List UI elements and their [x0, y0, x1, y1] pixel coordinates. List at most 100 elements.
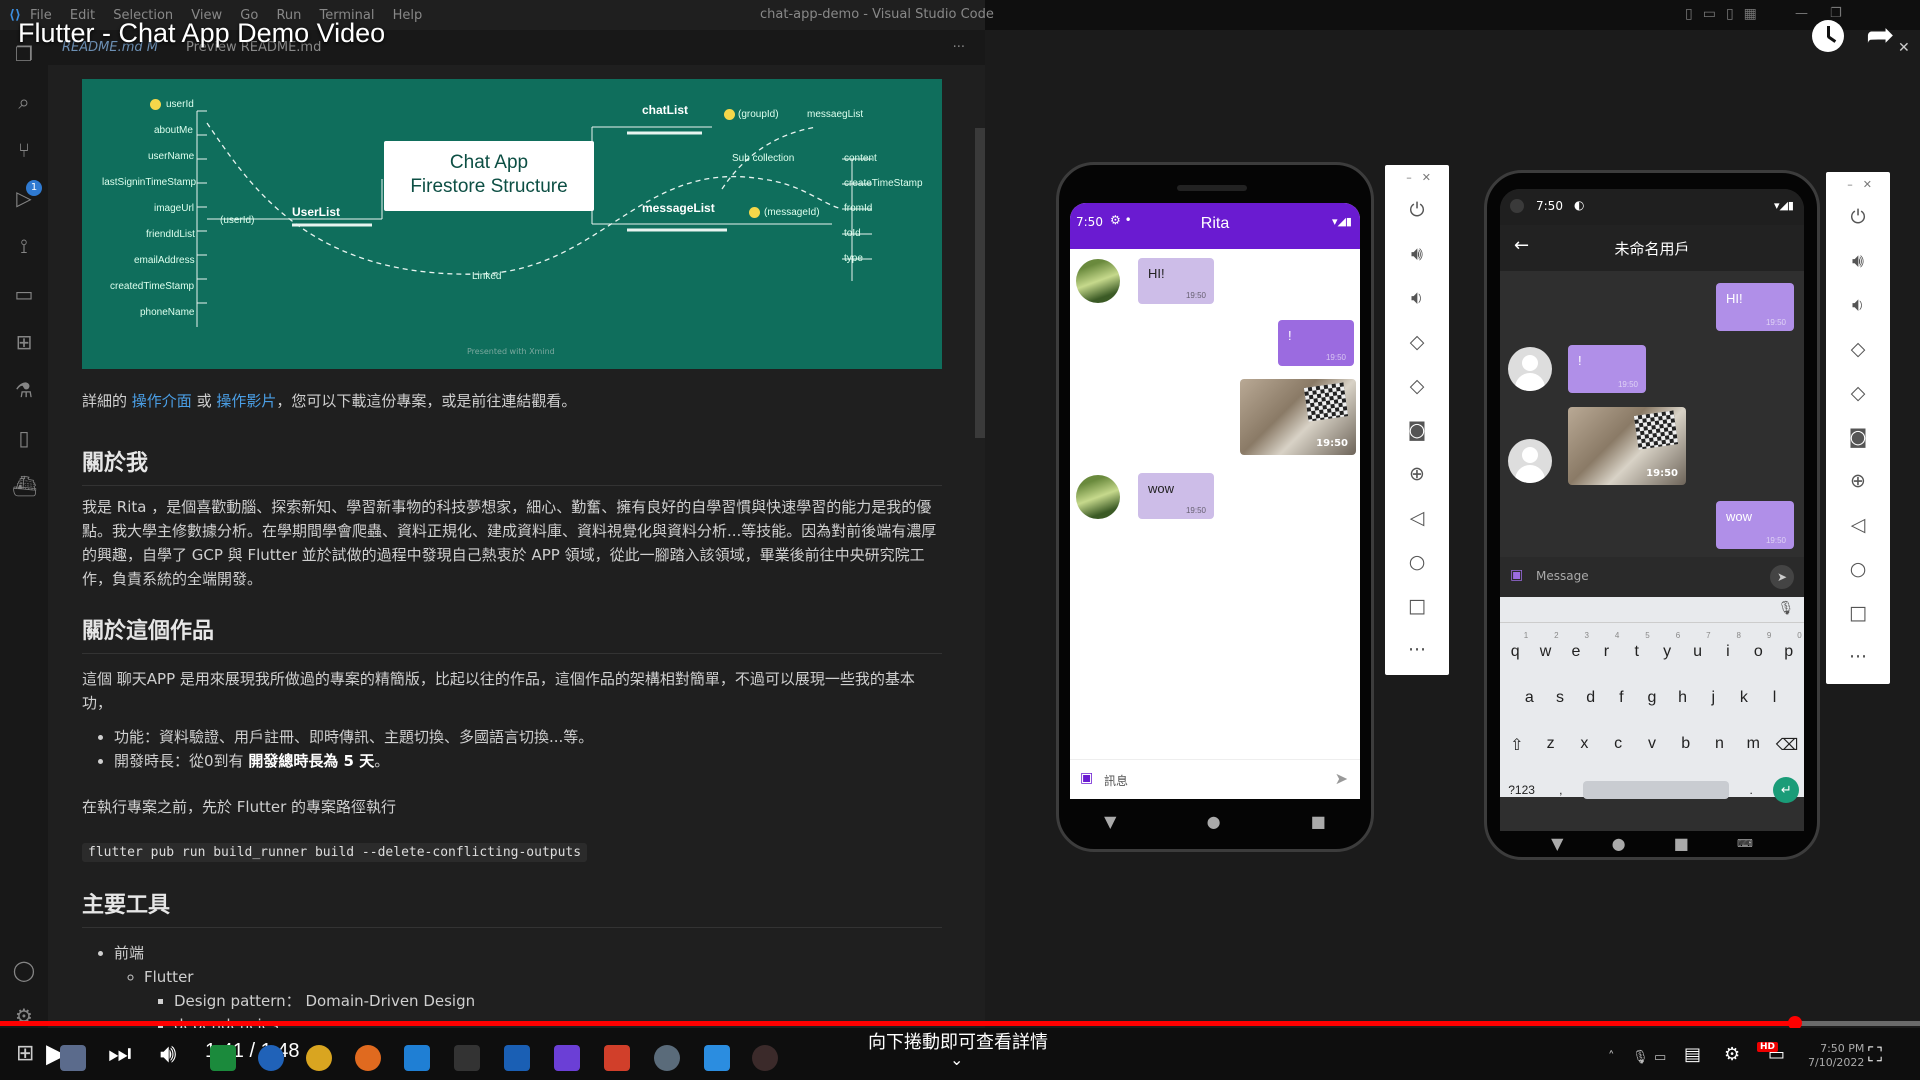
android-studio-icon[interactable]: [704, 1045, 730, 1071]
tray-network-icon[interactable]: ▭: [1654, 1050, 1666, 1065]
firefox-icon[interactable]: [355, 1045, 381, 1071]
subtitles-icon[interactable]: ▤: [1684, 1044, 1701, 1065]
testing-icon[interactable]: ⚗: [12, 378, 36, 402]
left-avatar-1[interactable]: [1076, 259, 1120, 303]
key-p[interactable]: 0p: [1776, 631, 1801, 661]
left-nav-back-icon[interactable]: ▼: [1104, 812, 1116, 831]
git-graph-icon[interactable]: ⟟: [12, 234, 36, 258]
left-msg-image[interactable]: 19:50: [1240, 379, 1356, 455]
key-c[interactable]: c: [1605, 735, 1631, 755]
rotate-right-icon[interactable]: ◇: [1385, 375, 1449, 397]
terminal-icon[interactable]: [454, 1045, 480, 1071]
key-j[interactable]: j: [1700, 689, 1726, 707]
customize-layout-icon[interactable]: ▦: [1744, 6, 1757, 22]
home-icon[interactable]: ○: [1826, 558, 1890, 580]
tray-chevron-icon[interactable]: ˄: [1608, 1050, 1615, 1065]
zoom-icon[interactable]: ⊕: [1826, 470, 1890, 492]
key-d[interactable]: d: [1578, 689, 1604, 707]
key-b[interactable]: b: [1673, 735, 1699, 755]
screenshot-icon[interactable]: ◙: [1826, 426, 1890, 448]
right-image-picker-icon[interactable]: ▣: [1510, 567, 1523, 583]
more-icon[interactable]: ···: [1385, 639, 1449, 661]
left-image-picker-icon[interactable]: ▣: [1080, 770, 1093, 786]
chrome-icon[interactable]: [306, 1045, 332, 1071]
watch-later-icon[interactable]: [1812, 20, 1844, 52]
remote-explorer-icon[interactable]: ▭: [12, 282, 36, 306]
vscode-taskbar-icon[interactable]: [404, 1045, 430, 1071]
key-a[interactable]: a: [1516, 689, 1542, 707]
volume-up-icon[interactable]: 🔊︎: [1385, 243, 1449, 265]
right-send-icon[interactable]: ➤: [1770, 565, 1794, 589]
right-nav-recents-icon[interactable]: ■: [1674, 834, 1689, 853]
shift-key-icon[interactable]: ⇧: [1504, 735, 1530, 755]
key-t[interactable]: 5t: [1624, 631, 1650, 661]
share-icon[interactable]: ➦: [1866, 18, 1895, 52]
key-l[interactable]: l: [1762, 689, 1788, 707]
rotate-left-icon[interactable]: ◇: [1385, 331, 1449, 353]
key-x[interactable]: x: [1571, 735, 1597, 755]
left-nav-recents-icon[interactable]: ■: [1311, 812, 1326, 831]
right-message-input[interactable]: Message: [1536, 569, 1589, 583]
right-nav-home-icon[interactable]: ●: [1612, 834, 1626, 853]
volume-down-icon[interactable]: 🔉︎: [1385, 287, 1449, 309]
right-nav-keyboard-icon[interactable]: ⌨: [1737, 837, 1753, 850]
editor-scrollbar[interactable]: [975, 128, 985, 438]
back-icon[interactable]: ◁: [1385, 507, 1449, 529]
toggle-sidebar-icon[interactable]: ▯: [1685, 6, 1693, 22]
rotate-right-icon[interactable]: ◇: [1826, 382, 1890, 404]
key-n[interactable]: n: [1706, 735, 1732, 755]
taskbar-app-icon-4[interactable]: [654, 1045, 680, 1071]
power-icon[interactable]: ⏻: [1826, 206, 1890, 228]
trello-icon[interactable]: [504, 1045, 530, 1071]
overview-icon[interactable]: □: [1385, 595, 1449, 617]
run-debug-icon[interactable]: ▷: [12, 186, 36, 210]
key-k[interactable]: k: [1731, 689, 1757, 707]
key-q[interactable]: 1q: [1502, 631, 1528, 661]
enter-key-icon[interactable]: ↵: [1773, 777, 1800, 803]
volume-up-icon[interactable]: 🔊︎: [1826, 250, 1890, 272]
power-icon[interactable]: ⏻: [1385, 199, 1449, 221]
key-w[interactable]: 2w: [1533, 631, 1559, 661]
docker-icon[interactable]: ⛴: [12, 474, 37, 498]
right-avatar-1[interactable]: [1508, 347, 1552, 391]
link-operation-ui[interactable]: 操作介面: [132, 392, 192, 410]
key-u[interactable]: 7u: [1685, 631, 1710, 661]
key-v[interactable]: v: [1639, 735, 1665, 755]
taskbar-app-icon-x[interactable]: [604, 1045, 630, 1071]
overview-icon[interactable]: □: [1826, 602, 1890, 624]
video-title[interactable]: Flutter - Chat App Demo Video: [18, 18, 385, 49]
toolbar-right-window-controls[interactable]: –✕: [1847, 178, 1882, 191]
bookmarks-icon[interactable]: ▯: [12, 426, 36, 450]
key-symbols[interactable]: ?123: [1505, 783, 1539, 797]
key-f[interactable]: f: [1608, 689, 1634, 707]
taskbar-app-icon-3[interactable]: [258, 1045, 284, 1071]
restore-icon[interactable]: ❐: [1830, 6, 1842, 21]
zoom-icon[interactable]: ⊕: [1385, 463, 1449, 485]
key-period[interactable]: .: [1738, 783, 1764, 797]
left-message-input[interactable]: 訊息: [1104, 772, 1128, 789]
search-icon[interactable]: ⌕: [12, 90, 36, 114]
screenshot-icon[interactable]: ◙: [1385, 419, 1449, 441]
accounts-icon[interactable]: ◯: [12, 958, 36, 982]
key-g[interactable]: g: [1639, 689, 1665, 707]
chevron-down-icon[interactable]: ⌄: [950, 1050, 963, 1069]
right-avatar-2[interactable]: [1508, 439, 1552, 483]
mic-icon[interactable]: 🎙︎: [1777, 601, 1794, 616]
left-send-icon[interactable]: ➤: [1335, 769, 1348, 788]
key-o[interactable]: 9o: [1745, 631, 1771, 661]
back-icon[interactable]: ◁: [1826, 514, 1890, 536]
space-bar[interactable]: [1582, 781, 1729, 799]
left-avatar-2[interactable]: [1076, 475, 1120, 519]
taskbar-app-icon-5[interactable]: [752, 1045, 778, 1071]
source-control-icon[interactable]: ⑂: [12, 138, 36, 162]
key-m[interactable]: m: [1740, 735, 1766, 755]
key-r[interactable]: 4r: [1593, 631, 1620, 661]
taskbar-app-icon-2[interactable]: [210, 1045, 236, 1071]
home-icon[interactable]: ○: [1385, 551, 1449, 573]
key-h[interactable]: h: [1670, 689, 1696, 707]
volume-icon[interactable]: 🔊︎: [160, 1028, 176, 1080]
left-nav-home-icon[interactable]: ●: [1207, 812, 1221, 831]
menu-help[interactable]: Help: [393, 8, 423, 23]
key-y[interactable]: 6y: [1654, 631, 1680, 661]
obsidian-icon[interactable]: [554, 1045, 580, 1071]
